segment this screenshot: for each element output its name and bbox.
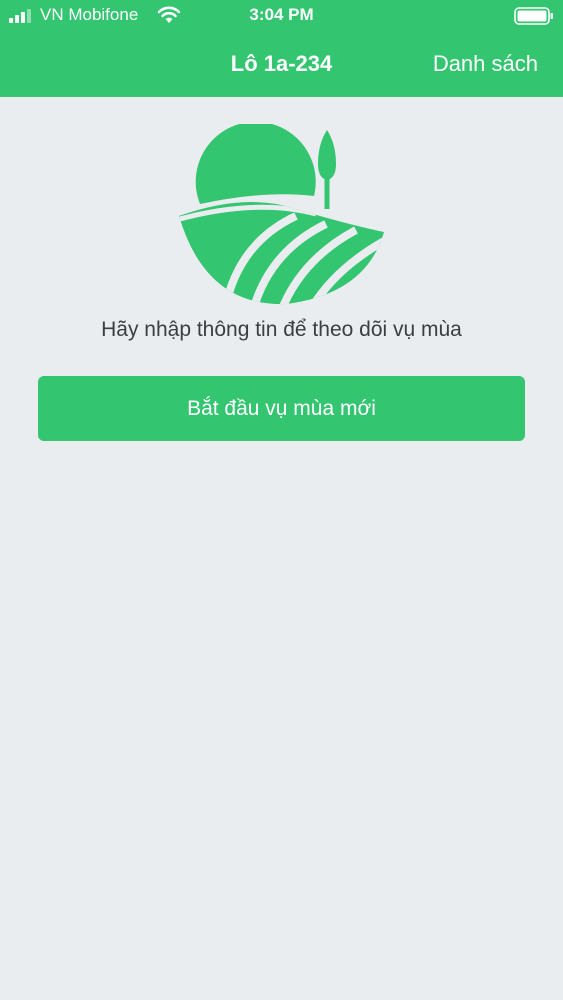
list-button[interactable]: Danh sách: [433, 50, 538, 78]
farm-field-icon: [179, 124, 384, 305]
start-new-season-button[interactable]: Bắt đầu vụ mùa mới: [38, 376, 525, 441]
status-bar: VN Mobifone 3:04 PM: [0, 0, 563, 32]
empty-state-message: Hãy nhập thông tin để theo dõi vụ mùa: [101, 318, 462, 341]
status-time: 3:04 PM: [249, 5, 314, 24]
app-header: VN Mobifone 3:04 PM Lô 1a-234 Danh sách: [0, 0, 563, 97]
battery-icon: [514, 7, 553, 25]
